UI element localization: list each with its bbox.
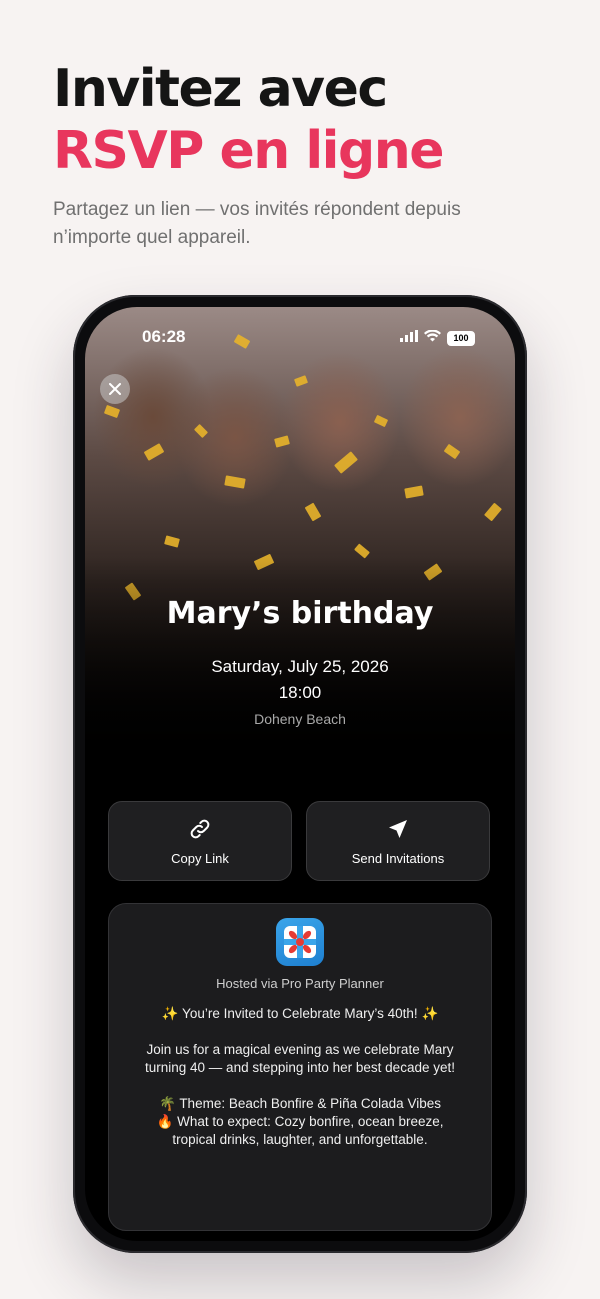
signal-icon xyxy=(400,329,418,347)
event-title: Mary’s birthday xyxy=(166,596,434,631)
close-button[interactable] xyxy=(100,374,130,404)
promo-subtitle: Partagez un lien — vos invités répondent… xyxy=(53,199,461,248)
headline-line-1: Invitez avec xyxy=(53,59,388,119)
status-icons: 100 xyxy=(400,329,475,347)
phone-screen: 06:28 100 Mary’s birthday Saturday, July… xyxy=(85,307,515,1241)
hosted-by-text: Hosted via Pro Party Planner xyxy=(216,976,384,991)
link-icon xyxy=(190,819,210,838)
send-invitations-label: Send Invitations xyxy=(351,850,445,866)
battery-icon: 100 xyxy=(447,330,475,346)
promo-headline: Invitez avec RSVP en ligne xyxy=(53,58,445,182)
event-time: 18:00 xyxy=(278,683,322,702)
copy-link-button[interactable]: Copy Link xyxy=(108,801,292,881)
event-location: Doheny Beach xyxy=(254,711,346,727)
status-time: 06:28 xyxy=(142,327,186,346)
send-invitations-button[interactable]: Send Invitations xyxy=(306,801,490,881)
phone-frame: 06:28 100 Mary’s birthday Saturday, July… xyxy=(73,295,527,1253)
copy-link-label: Copy Link xyxy=(171,850,229,866)
close-icon xyxy=(109,383,121,395)
headline-line-2: RSVP en ligne xyxy=(53,121,445,181)
send-icon xyxy=(389,819,407,838)
event-date: Saturday, July 25, 2026 xyxy=(211,657,389,676)
wifi-icon xyxy=(424,329,441,347)
event-description: ✨ You’re Invited to Celebrate Mary’s 40t… xyxy=(145,1006,455,1147)
event-details-card: Hosted via Pro Party Planner ✨ You’re In… xyxy=(108,903,492,1231)
gift-app-icon xyxy=(276,918,324,966)
